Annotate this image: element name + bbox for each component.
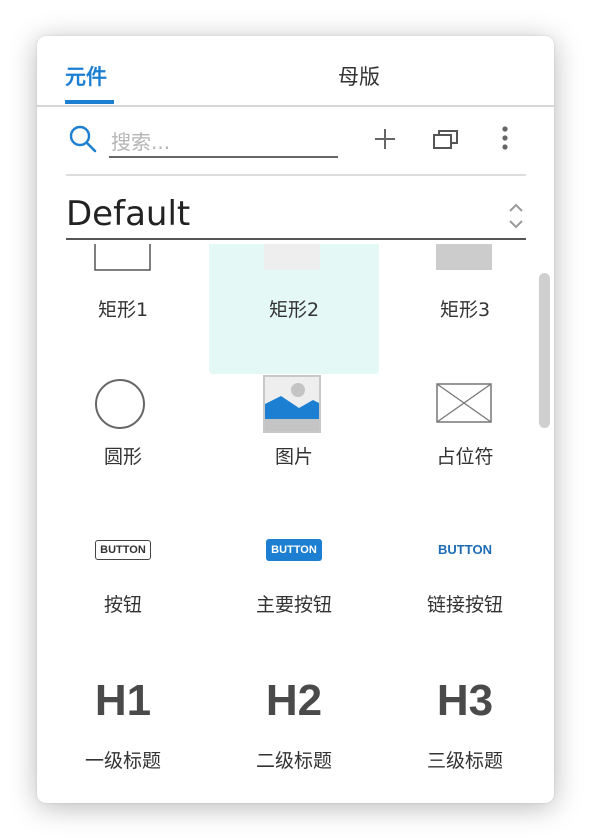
duplicate-icon[interactable] [431, 124, 461, 154]
widget-label: 矩形1 [97, 299, 149, 321]
widget-heading-3[interactable]: H3 三级标题 [380, 672, 550, 803]
widget-label: 三级标题 [426, 750, 503, 772]
widget-rectangle-2[interactable]: 矩形2 [209, 244, 379, 374]
plus-icon[interactable] [370, 124, 400, 154]
h2-icon: H2 [265, 676, 323, 725]
widget-label: 矩形3 [439, 299, 491, 321]
widget-rectangle-3[interactable]: 矩形3 [380, 244, 550, 374]
tabs-divider [37, 105, 554, 107]
h3-icon: H3 [436, 676, 494, 725]
widget-label: 链接按钮 [426, 594, 503, 616]
widget-heading-1[interactable]: H1 一级标题 [38, 672, 208, 803]
search-icon [69, 125, 97, 153]
toolbar-divider [66, 174, 526, 176]
image-icon [263, 375, 321, 433]
tab-components[interactable]: 元件 [65, 61, 107, 91]
h1-icon: H1 [94, 676, 152, 725]
scrollbar-thumb[interactable] [539, 273, 550, 428]
placeholder-icon [436, 383, 492, 423]
widget-label: 主要按钮 [255, 594, 332, 616]
panel-tabs: 元件 母版 [37, 36, 554, 108]
widget-label: 按钮 [103, 594, 142, 616]
search-input[interactable] [109, 128, 338, 158]
widget-primary-button[interactable]: BUTTON 主要按钮 [209, 524, 379, 672]
widget-label: 圆形 [103, 446, 142, 468]
button-outline-text: BUTTON [95, 540, 151, 560]
library-select[interactable]: Default [66, 186, 526, 240]
widget-button[interactable]: BUTTON 按钮 [38, 524, 208, 672]
rectangle-outline-icon [94, 244, 151, 271]
circle-icon [95, 379, 145, 429]
library-name: Default [66, 194, 191, 234]
more-vertical-icon[interactable] [492, 124, 522, 154]
widget-image[interactable]: 图片 [209, 374, 379, 522]
widget-placeholder[interactable]: 占位符 [380, 374, 550, 522]
rectangle-light-fill-icon [264, 244, 320, 270]
button-primary-text: BUTTON [266, 539, 322, 561]
chevron-up-down-icon [509, 203, 523, 229]
widget-grid: 矩形1 矩形2 矩形3 圆形 图片 占位符 BUTTON 按钮 BUTTON 主… [37, 244, 554, 803]
widget-circle[interactable]: 圆形 [38, 374, 208, 522]
active-tab-indicator [65, 100, 114, 104]
widget-heading-2[interactable]: H2 二级标题 [209, 672, 379, 803]
widget-label: 矩形2 [268, 299, 320, 321]
widget-label: 图片 [274, 446, 313, 468]
rectangle-gray-fill-icon [436, 244, 492, 270]
widget-label: 二级标题 [255, 750, 332, 772]
widget-link-button[interactable]: BUTTON 链接按钮 [380, 524, 550, 672]
widget-rectangle-1[interactable]: 矩形1 [38, 244, 208, 374]
widget-label: 一级标题 [84, 750, 161, 772]
widget-library-panel: 元件 母版 Default 矩形1 [37, 36, 554, 803]
tab-masters[interactable]: 母版 [338, 61, 380, 91]
button-link-text: BUTTON [438, 542, 492, 557]
widget-label: 占位符 [436, 446, 494, 468]
